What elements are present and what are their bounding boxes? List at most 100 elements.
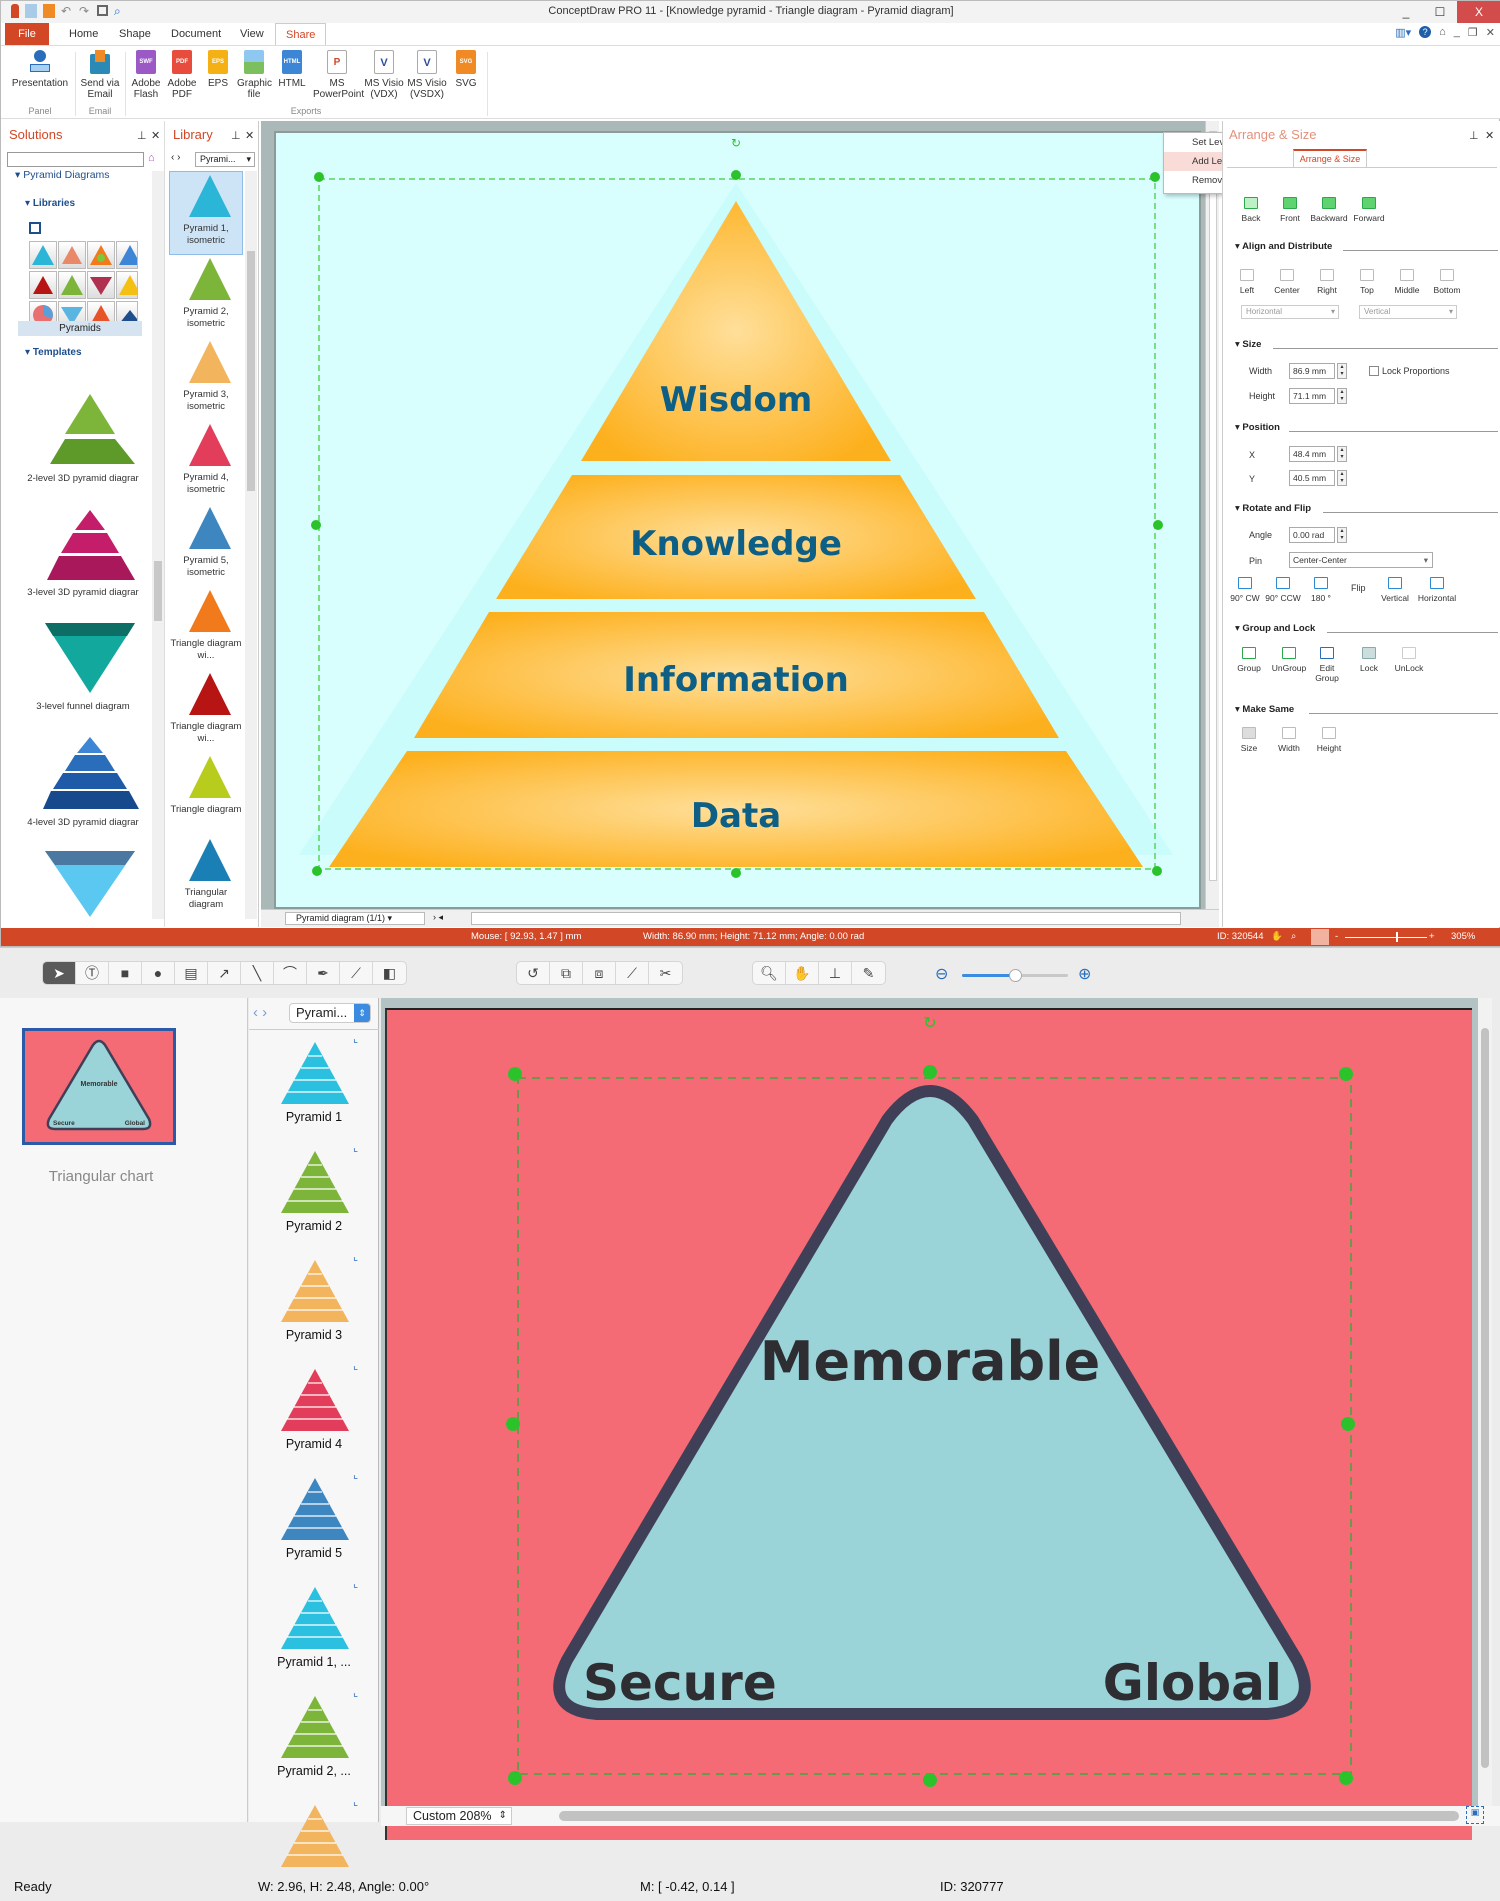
library-item-icon[interactable] <box>279 1365 351 1431</box>
arc-tool-icon[interactable]: ⌒ <box>274 962 307 984</box>
edit-group-button[interactable]: Edit Group <box>1309 647 1345 683</box>
solutions-scrollbar[interactable] <box>152 171 164 919</box>
library-item-icon[interactable] <box>279 1147 351 1213</box>
width-field[interactable]: 86.9 mm <box>1289 363 1335 379</box>
zoom-slider[interactable] <box>1345 937 1427 938</box>
export-eps-button[interactable]: EPS EPS <box>203 50 233 89</box>
doc-close-icon[interactable]: ✕ <box>1486 26 1495 39</box>
expand-icon[interactable]: ⌞ <box>353 1359 358 1372</box>
text-tool-icon[interactable]: Ⓣ <box>76 962 109 984</box>
lock-button[interactable]: Lock <box>1349 647 1389 673</box>
page-thumbnail[interactable]: Memorable Secure Global <box>22 1028 176 1145</box>
send-to-back-button[interactable]: Back <box>1231 197 1271 223</box>
library-thumb[interactable] <box>29 271 57 299</box>
library-item-label[interactable]: Pyramid 2, ... <box>249 1764 379 1778</box>
zoom-tool-icon[interactable]: 🔍︎ <box>753 962 786 984</box>
distribute-vertical-dropdown[interactable]: Vertical ▾ <box>1359 305 1457 319</box>
resize-handle[interactable] <box>312 866 322 876</box>
eyedropper-icon[interactable]: ✎ <box>852 962 885 984</box>
library-item-label[interactable]: Pyramid 1, ... <box>249 1655 379 1669</box>
align-bottom-button[interactable]: Bottom <box>1427 269 1467 295</box>
resize-handle[interactable] <box>1153 520 1163 530</box>
resize-handle[interactable] <box>1339 1771 1353 1785</box>
unlock-button[interactable]: UnLock <box>1389 647 1429 673</box>
pyramid-level-wisdom[interactable] <box>581 201 891 461</box>
library-item-label[interactable]: Pyramid 3 <box>249 1328 379 1342</box>
library-item-label[interactable]: Pyramid 5, isometric <box>169 555 243 579</box>
section-align[interactable]: ▾ Align and Distribute <box>1235 241 1332 252</box>
resize-handle[interactable] <box>1339 1067 1353 1081</box>
library-pyramids[interactable]: Pyramids <box>18 321 142 336</box>
rotate-handle-icon[interactable]: ↻ <box>731 136 741 150</box>
drawing-canvas-mac[interactable]: Memorable Secure Global ↻ <box>381 998 1492 1840</box>
line-tool-icon[interactable]: ╲ <box>241 962 274 984</box>
doc-restore-icon[interactable]: ❐ <box>1468 26 1478 39</box>
bring-to-front-button[interactable]: Front <box>1270 197 1310 223</box>
library-thumb[interactable] <box>116 271 141 299</box>
library-item-icon[interactable] <box>279 1474 351 1540</box>
select-arrow-icon[interactable]: ➤ <box>43 962 76 984</box>
zoom-in-icon[interactable]: + <box>1429 928 1435 946</box>
angle-stepper[interactable]: ▴ ▾ <box>1337 527 1347 543</box>
library-item-label[interactable]: Triangle diagram <box>169 804 243 816</box>
y-stepper[interactable]: ▴ ▾ <box>1337 470 1347 486</box>
expand-icon[interactable]: ⌞ <box>353 1250 358 1263</box>
template-thumb-3-level[interactable] <box>35 505 145 590</box>
template-thumb-4-level[interactable] <box>35 733 145 818</box>
pan-hand-icon[interactable]: ✋ <box>786 962 819 984</box>
library-nav-arrows[interactable]: ‹ › <box>171 152 180 163</box>
template-label[interactable]: 3-level 3D pyramid diagrar <box>19 587 147 598</box>
resize-handle[interactable] <box>506 1417 520 1431</box>
rotate-handle-icon[interactable]: ↻ <box>923 1015 936 1032</box>
resize-handle[interactable] <box>923 1065 937 1079</box>
maximize-button[interactable]: ☐ <box>1423 1 1457 23</box>
width-stepper[interactable]: ▴ ▾ <box>1337 363 1347 379</box>
minimize-button[interactable]: _ <box>1389 1 1423 23</box>
tab-share[interactable]: Share <box>275 23 327 45</box>
library-thumb[interactable] <box>58 241 86 269</box>
save-library-icon[interactable] <box>29 222 41 234</box>
template-thumb-funnel[interactable] <box>35 621 145 702</box>
expand-icon[interactable]: ⌞ <box>353 1141 358 1154</box>
page-nav-arrows[interactable]: › ◂ <box>433 912 443 923</box>
resize-handle[interactable] <box>1152 866 1162 876</box>
zoom-out-icon[interactable]: - <box>1335 928 1338 946</box>
tab-document[interactable]: Document <box>161 23 231 45</box>
library-item-label[interactable]: Triangular diagram <box>169 887 243 911</box>
library-item-label[interactable]: Pyramid 4, isometric <box>169 472 243 496</box>
rotate-90cw-button[interactable]: 90° CW <box>1225 577 1265 603</box>
export-graphic-button[interactable]: Graphic file <box>237 50 272 100</box>
group-tool-icon[interactable]: ⧉ <box>550 962 583 984</box>
zoom-area-icon[interactable]: ⌕ <box>1291 928 1296 946</box>
fit-to-window-icon[interactable]: ▣ <box>1466 1806 1484 1824</box>
section-make-same[interactable]: ▾ Make Same <box>1235 704 1294 715</box>
close-panel-icon[interactable]: ✕ <box>151 129 160 142</box>
resize-handle[interactable] <box>508 1067 522 1081</box>
zoom-select[interactable]: Custom 208% ⇕ <box>406 1807 512 1825</box>
resize-handle[interactable] <box>731 170 741 180</box>
template-label[interactable]: 4-level 3D pyramid diagrar <box>19 817 147 828</box>
library-thumb[interactable] <box>29 241 57 269</box>
export-powerpoint-button[interactable]: P MS PowerPoint <box>313 50 364 100</box>
library-item-label[interactable]: Pyramid 3, isometric <box>169 389 243 413</box>
resize-handle[interactable] <box>1341 1417 1355 1431</box>
y-field[interactable]: 40.5 mm <box>1289 470 1335 486</box>
pin-icon[interactable]: ⊥ <box>231 129 241 142</box>
ungroup-tool-icon[interactable]: ⧈ <box>583 962 616 984</box>
align-right-button[interactable]: Right <box>1307 269 1347 295</box>
tab-view[interactable]: View <box>230 23 274 45</box>
library-thumb[interactable] <box>87 271 115 299</box>
bezier-select-icon[interactable]: ⟋ <box>340 962 373 984</box>
zoom-out-icon[interactable]: ⊖ <box>935 964 948 984</box>
library-item-label[interactable]: Pyramid 1, isometric <box>169 223 243 247</box>
expand-icon[interactable]: ⌞ <box>353 1577 358 1590</box>
hscrollbar[interactable] <box>471 912 1181 925</box>
section-size[interactable]: ▾ Size <box>1235 339 1261 350</box>
canvas-hscrollbar[interactable] <box>559 1811 1459 1821</box>
same-width-button[interactable]: Width <box>1269 727 1309 753</box>
ellipse-tool-icon[interactable]: ● <box>142 962 175 984</box>
library-item-label[interactable]: Pyramid 1 <box>249 1110 379 1124</box>
page-tab[interactable]: Pyramid diagram (1/1) ▾ <box>285 912 425 925</box>
rotate-tool-icon[interactable]: ↺ <box>517 962 550 984</box>
pin-icon[interactable]: ⊥ <box>137 129 147 142</box>
